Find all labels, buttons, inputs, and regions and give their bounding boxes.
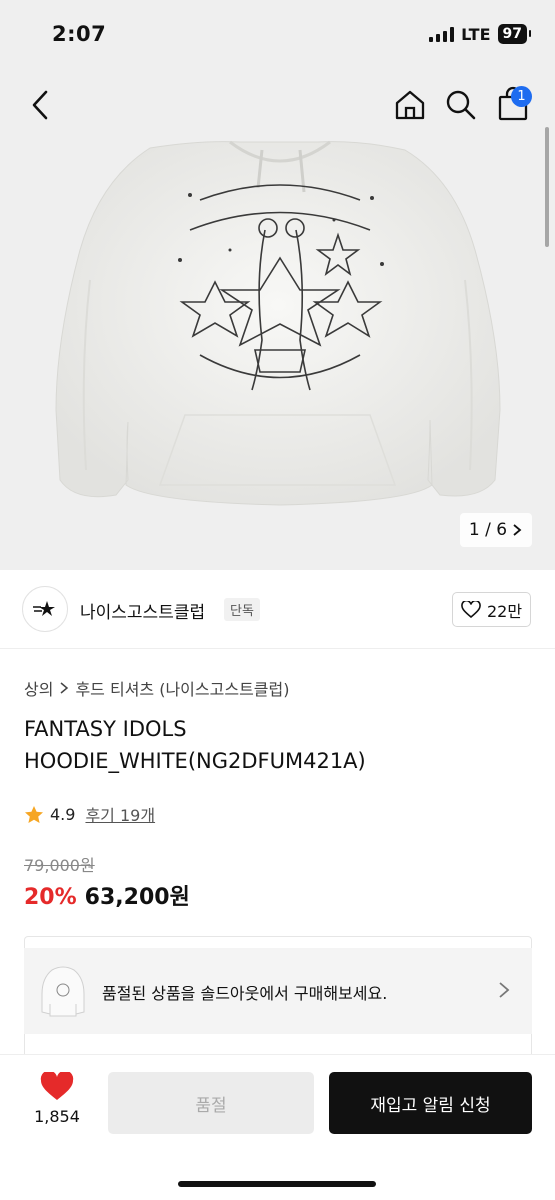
heart-filled-icon[interactable]	[40, 1072, 74, 1102]
battery-icon: 97	[497, 24, 532, 44]
image-counter[interactable]: 1 / 6	[460, 513, 532, 547]
sale-price: 63,200원	[84, 885, 190, 910]
hoodie-thumbnail	[41, 966, 85, 1017]
heart-outline-icon	[461, 600, 481, 618]
status-bar: 2:07 LTE 97	[0, 0, 555, 70]
soldout-button[interactable]: 품절	[108, 1072, 314, 1134]
breadcrumb-category[interactable]: 상의	[24, 676, 53, 700]
search-icon[interactable]	[444, 88, 478, 122]
restock-notify-button[interactable]: 재입고 알림 신청	[329, 1072, 532, 1134]
breadcrumb: 상의 후드 티셔츠 (나이스고스트클럽)	[24, 676, 289, 700]
reviews-link[interactable]: 후기 19개	[85, 802, 155, 826]
product-title: FANTASY IDOLS HOODIE_WHITE(NG2DFUM421A)	[24, 717, 366, 773]
original-price: 79,000원	[24, 856, 95, 875]
network-label: LTE	[461, 24, 491, 44]
signal-icon	[429, 26, 455, 42]
like-count: 1,854	[34, 1107, 80, 1126]
soldout-notice-text[interactable]: 품절된 상품을 솔드아웃에서 구매해보세요.	[102, 980, 387, 1004]
discount-rate: 20%	[24, 885, 77, 910]
top-nav	[0, 70, 555, 140]
cart-count-badge: 1	[511, 86, 532, 107]
hoodie-image	[55, 140, 501, 506]
scrollbar[interactable]	[545, 127, 549, 247]
home-icon[interactable]	[393, 88, 427, 122]
brand-like-count: 22만	[486, 601, 523, 621]
chevron-right-icon[interactable]	[497, 980, 511, 1000]
exclusive-badge: 단독	[224, 598, 260, 621]
brand-like-button[interactable]: 22만	[452, 592, 531, 627]
product-image[interactable]	[0, 140, 555, 570]
star-icon	[25, 805, 43, 823]
home-indicator	[178, 1181, 376, 1187]
brand-name[interactable]: 나이스고스트클럽	[80, 598, 205, 623]
breadcrumb-subcategory[interactable]: 후드 티셔츠 (나이스고스트클럽)	[75, 676, 289, 700]
chevron-right-icon	[513, 524, 522, 536]
brand-logo-icon	[33, 601, 55, 616]
brand-logo[interactable]	[22, 586, 68, 632]
back-icon[interactable]	[26, 88, 56, 122]
section-divider	[0, 648, 555, 649]
status-time: 2:07	[52, 22, 107, 46]
price-row: 20% 63,200원	[24, 879, 190, 911]
rating-row: 4.9 후기 19개	[24, 802, 155, 826]
rating-score: 4.9	[50, 804, 76, 824]
image-counter-label: 1 / 6	[468, 520, 508, 540]
status-indicators: LTE 97	[429, 24, 532, 44]
chevron-right-icon	[60, 682, 69, 694]
